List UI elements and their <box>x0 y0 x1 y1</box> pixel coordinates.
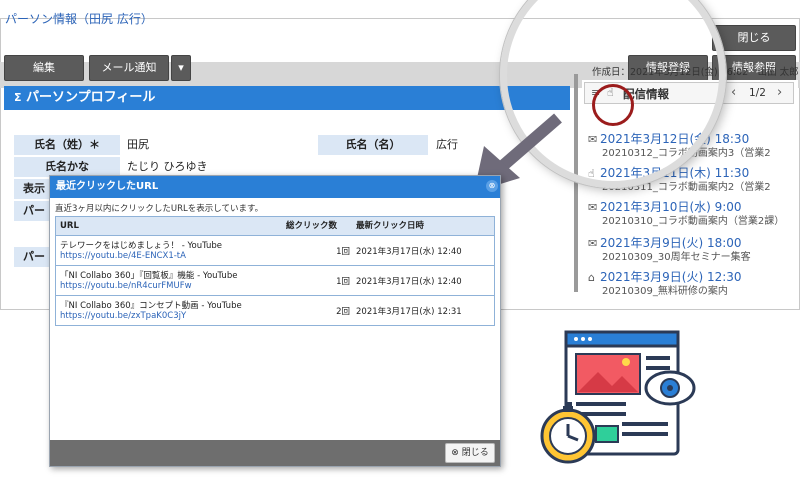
row-count: 1回 <box>336 277 350 287</box>
table-row: テレワークをはじめましょう！ - YouTube https://youtu.b… <box>56 235 494 265</box>
url-table: URL 総クリック数 最新クリック日時 テレワークをはじめましょう！ - You… <box>55 216 495 326</box>
mail-icon: ✉ <box>588 201 598 214</box>
row-count: 1回 <box>336 247 350 257</box>
page-indicator: 1/2 <box>749 87 766 99</box>
profile-label-partial-2: パー <box>14 247 54 267</box>
profile-label-partial-1: パー <box>14 201 54 221</box>
profile-heading: パーソンプロフィール <box>26 90 156 105</box>
next-page-icon[interactable]: › <box>777 85 782 100</box>
dialog-description: 直近3ヶ月以内にクリックしたURLを表示しています。 <box>55 204 264 214</box>
collapse-icon[interactable]: Σ <box>14 91 22 104</box>
row-date: 2021年3月17日(水) 12:40 <box>356 247 462 257</box>
kana-value: たじり ひろゆき <box>127 160 208 173</box>
row-title: テレワークをはじめましょう！ - YouTube <box>60 241 223 251</box>
dialog-close-button[interactable]: ⊗ 閉じる <box>445 443 495 463</box>
delivery-item[interactable]: ✉ 2021年3月9日(火) 18:00 20210309_30周年セミナー集客 <box>588 236 788 264</box>
kana-label: 氏名かな <box>14 157 120 177</box>
close-button[interactable]: 閉じる <box>712 25 796 51</box>
first-name-value: 広行 <box>436 138 458 151</box>
row-count: 2回 <box>336 307 350 317</box>
row-date: 2021年3月17日(水) 12:31 <box>356 307 462 317</box>
display-label: 表示 <box>14 179 54 199</box>
first-name-label: 氏名（名） <box>318 135 428 155</box>
col-count: 総クリック数 <box>286 221 338 231</box>
recent-url-dialog: 最近クリックしたURL ⊗ 直近3ヶ月以内にクリックしたURLを表示しています。… <box>49 175 501 467</box>
open-mail-icon: ⌂ <box>588 271 595 284</box>
delivery-subject: 20210309_無料研修の案内 <box>602 286 728 297</box>
delivery-item[interactable]: ⌂ 2021年3月9日(火) 12:30 20210309_無料研修の案内 <box>588 270 788 298</box>
row-title: 「NI Collabo 360」『回覧板』機能 - YouTube <box>60 271 238 281</box>
last-name-value: 田尻 <box>127 138 149 151</box>
mail-notify-button[interactable]: メール通知 <box>89 55 169 81</box>
delivery-item[interactable]: ✉ 2021年3月10日(水) 9:00 20210310_コラボ動画案内（営業2… <box>588 200 788 228</box>
dialog-close-label: 閉じる <box>461 448 489 458</box>
col-url: URL <box>60 221 79 231</box>
mail-icon: ✉ <box>588 237 598 250</box>
col-date: 最新クリック日時 <box>356 221 425 231</box>
row-title: 『NI Collabo 360』コンセプト動画 - YouTube <box>60 301 242 311</box>
row-url-link[interactable]: https://youtu.be/zxTpaK0C3jY <box>60 311 186 321</box>
page-title: パーソン情報（田尻 広行） <box>5 12 153 26</box>
edit-button[interactable]: 編集 <box>4 55 84 81</box>
table-row: 『NI Collabo 360』コンセプト動画 - YouTube https:… <box>56 295 494 325</box>
last-name-label: 氏名（姓）＊ <box>14 135 120 155</box>
prev-page-icon[interactable]: ‹ <box>731 85 736 100</box>
dialog-footer: ⊗ 閉じる <box>50 440 500 466</box>
web-analytics-illustration-icon <box>540 330 696 464</box>
stage: パーソン情報（田尻 広行） 閉じる 編集 メール通知 ▾ 情報登録 情報参照 Σ… <box>0 0 800 478</box>
chevron-down-icon: ▾ <box>178 61 184 74</box>
delivery-time[interactable]: 2021年3月10日(水) 9:00 <box>600 200 742 214</box>
profile-header: Σ パーソンプロフィール <box>4 86 570 110</box>
table-header: URL 総クリック数 最新クリック日時 <box>56 217 494 235</box>
highlight-ring <box>592 84 634 126</box>
table-row: 「NI Collabo 360」『回覧板』機能 - YouTube https:… <box>56 265 494 295</box>
mail-dropdown-button[interactable]: ▾ <box>171 55 191 81</box>
delivery-subject: 20210310_コラボ動画案内（営業2課） <box>602 216 785 227</box>
row-url-link[interactable]: https://youtu.be/4E-ENCX1-tA <box>60 251 186 261</box>
delivery-subject: 20210309_30周年セミナー集客 <box>602 252 751 263</box>
close-icon[interactable]: ⊗ <box>486 180 498 192</box>
row-url-link[interactable]: https://youtu.be/nR4curFMUFw <box>60 281 192 291</box>
delivery-time[interactable]: 2021年3月9日(火) 18:00 <box>600 236 742 250</box>
dialog-title: 最近クリックしたURL <box>50 176 500 198</box>
row-date: 2021年3月17日(水) 12:40 <box>356 277 462 287</box>
close-circle-icon: ⊗ <box>451 448 459 458</box>
delivery-time[interactable]: 2021年3月9日(火) 12:30 <box>600 270 742 284</box>
